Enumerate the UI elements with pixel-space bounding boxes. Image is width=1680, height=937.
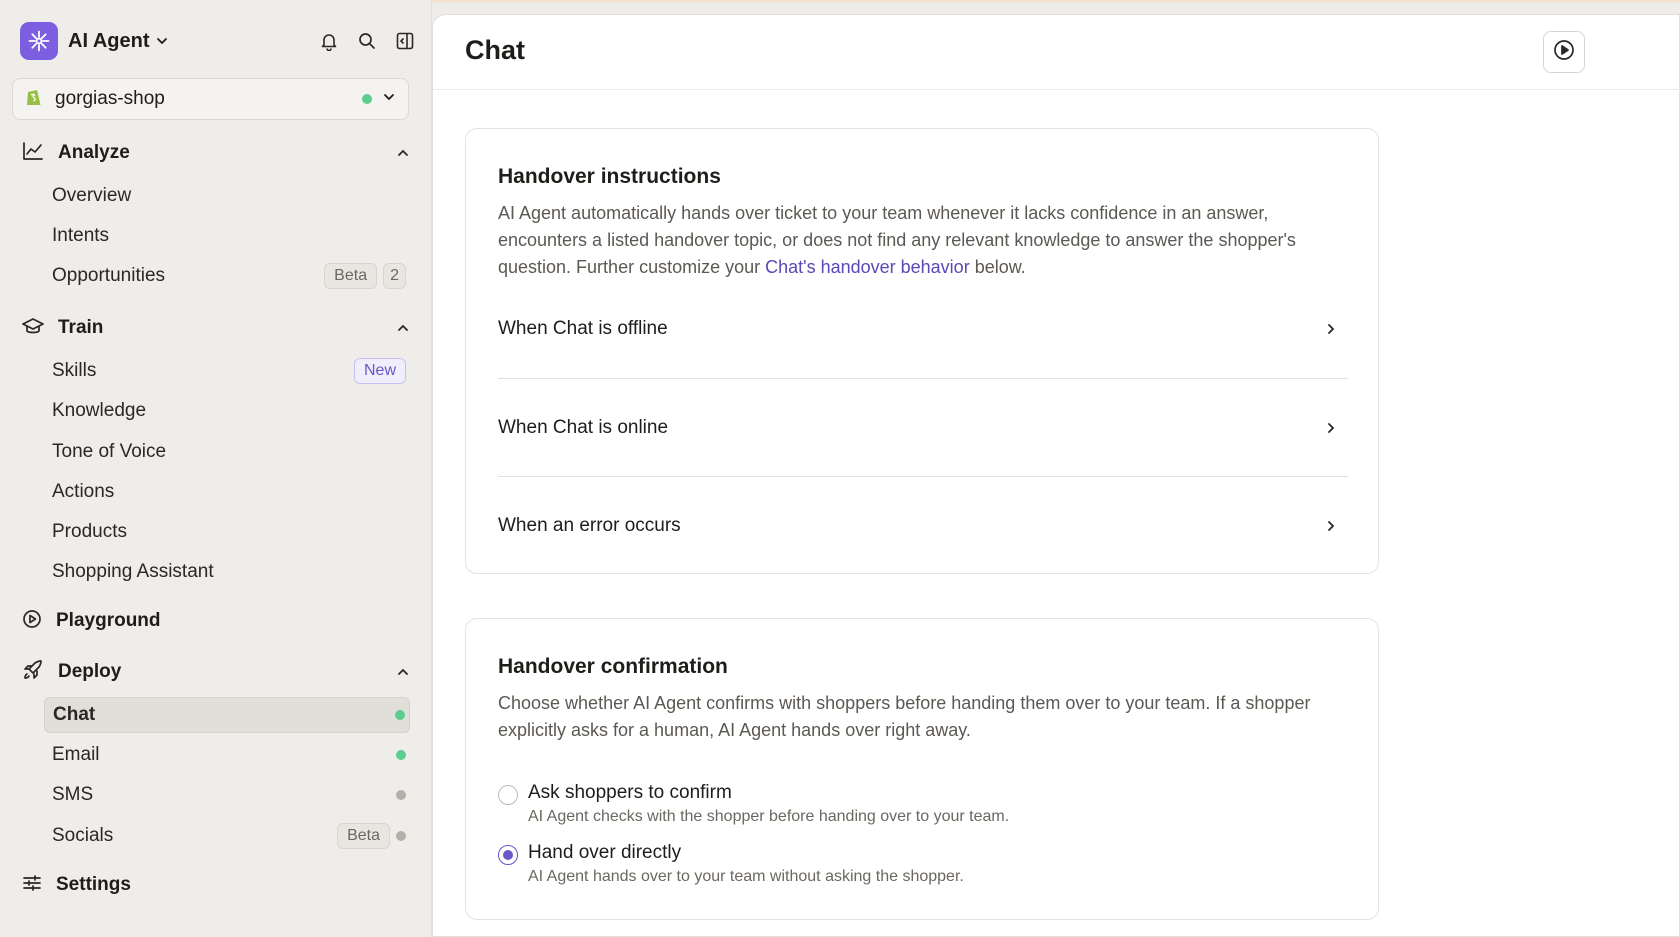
chevron-up-icon[interactable] xyxy=(396,146,410,160)
header-actions xyxy=(318,30,416,52)
sidebar-item-actions[interactable]: Actions xyxy=(44,474,410,510)
radio-hand-over-directly[interactable]: Hand over directly AI Agent hands over t… xyxy=(498,840,1348,888)
main-panel: Chat Handover instructions AI Agent auto… xyxy=(432,14,1680,937)
radio-label: Hand over directly xyxy=(528,842,682,863)
beta-badge: Beta xyxy=(324,263,378,289)
sidebar-item-label: Chat xyxy=(53,704,96,725)
nav-section-settings[interactable]: Settings xyxy=(22,868,410,902)
card-title: Handover confirmation xyxy=(498,655,728,678)
sidebar-item-opportunities[interactable]: Opportunities Beta 2 xyxy=(44,258,410,294)
accordion-label: When Chat is offline xyxy=(498,318,668,339)
chevron-right-icon xyxy=(1324,421,1338,435)
main-header: Chat xyxy=(433,15,1680,90)
sidebar-item-email[interactable]: Email xyxy=(44,737,410,773)
sidebar-item-chat[interactable]: Chat xyxy=(44,697,410,733)
sidebar-item-label: Actions xyxy=(52,481,115,502)
sidebar-item-label: Opportunities xyxy=(52,265,166,286)
search-icon[interactable] xyxy=(356,30,378,52)
sidebar-item-tone-of-voice[interactable]: Tone of Voice xyxy=(44,434,410,470)
sidebar-item-label: Overview xyxy=(52,185,132,206)
chevron-right-icon xyxy=(1324,519,1338,533)
card-title: Handover instructions xyxy=(498,165,721,188)
chevron-up-icon[interactable] xyxy=(396,665,410,679)
graduation-cap-icon xyxy=(22,316,44,341)
status-dot-inactive xyxy=(396,831,406,841)
accordion-online[interactable]: When Chat is online xyxy=(498,379,1348,477)
sidebar-item-knowledge[interactable]: Knowledge xyxy=(44,393,410,429)
store-status xyxy=(362,90,396,109)
sidebar-item-intents[interactable]: Intents xyxy=(44,218,410,254)
sidebar-item-sms[interactable]: SMS xyxy=(44,777,410,813)
radio-label: Ask shoppers to confirm xyxy=(528,782,732,803)
test-playground-button[interactable] xyxy=(1543,31,1585,73)
sidebar-item-label: Intents xyxy=(52,225,110,246)
status-dot-active xyxy=(396,750,406,760)
radio-ask-to-confirm[interactable]: Ask shoppers to confirm AI Agent checks … xyxy=(498,780,1348,828)
radio-description: AI Agent checks with the shopper before … xyxy=(528,808,1010,825)
status-dot-active xyxy=(395,710,405,720)
rocket-icon xyxy=(22,659,44,686)
nav-section-playground[interactable]: Playground xyxy=(22,604,410,638)
accordion-error[interactable]: When an error occurs xyxy=(498,477,1348,575)
play-circle-icon xyxy=(22,609,42,634)
status-dot-inactive xyxy=(396,790,406,800)
sidebar-item-overview[interactable]: Overview xyxy=(44,178,410,214)
radio-button[interactable] xyxy=(498,785,518,805)
accordion-label: When Chat is online xyxy=(498,417,669,438)
nav-section-label: Deploy xyxy=(58,661,122,682)
sidebar-item-label: Tone of Voice xyxy=(52,441,167,462)
app-logo-icon[interactable] xyxy=(20,22,58,60)
bell-icon[interactable] xyxy=(318,30,340,52)
nav-section-train[interactable]: Train xyxy=(22,311,410,345)
chevron-up-icon[interactable] xyxy=(396,321,410,335)
beta-badge: Beta xyxy=(337,823,390,849)
sliders-icon xyxy=(22,873,42,898)
sidebar-header: AI Agent xyxy=(20,22,416,60)
page-title: Chat xyxy=(465,35,525,65)
count-badge: 2 xyxy=(383,263,406,289)
store-selector[interactable]: gorgias-shop xyxy=(12,78,409,120)
description-text: below. xyxy=(969,257,1026,277)
sidebar-item-socials[interactable]: Socials Beta xyxy=(44,818,410,854)
sidebar-item-label: Shopping Assistant xyxy=(52,561,214,582)
sidebar-item-label: Email xyxy=(52,744,100,765)
play-circle-icon xyxy=(1553,39,1575,66)
sidebar-item-label: SMS xyxy=(52,784,94,805)
nav-section-deploy[interactable]: Deploy xyxy=(22,655,410,689)
store-name: gorgias-shop xyxy=(55,88,165,109)
sidebar-item-skills[interactable]: Skills New xyxy=(44,353,410,389)
sidebar-item-shopping-assistant[interactable]: Shopping Assistant xyxy=(44,554,410,590)
sidebar-item-label: Products xyxy=(52,521,127,542)
app-name[interactable]: AI Agent xyxy=(68,30,149,53)
handover-confirmation-card: Handover confirmation Choose whether AI … xyxy=(465,618,1379,920)
radio-description: AI Agent hands over to your team without… xyxy=(528,868,964,885)
collapse-sidebar-icon[interactable] xyxy=(394,30,416,52)
chevron-down-icon xyxy=(382,90,396,109)
nav-section-label: Train xyxy=(58,317,104,338)
handover-instructions-card: Handover instructions AI Agent automatic… xyxy=(465,128,1379,574)
sidebar: AI Agent gorgias-shop Analyze Overview I… xyxy=(0,0,432,937)
accordion-label: When an error occurs xyxy=(498,515,681,536)
nav-section-analyze[interactable]: Analyze xyxy=(22,136,410,170)
chevron-down-icon[interactable] xyxy=(155,34,169,48)
chevron-right-icon xyxy=(1324,322,1338,336)
shopify-icon xyxy=(25,87,43,112)
chart-line-icon xyxy=(22,141,44,166)
nav-section-label: Settings xyxy=(56,874,131,895)
sidebar-item-label: Skills xyxy=(52,360,97,381)
card-description: Choose whether AI Agent confirms with sh… xyxy=(498,693,1311,740)
accordion-offline[interactable]: When Chat is offline xyxy=(498,280,1348,378)
nav-section-label: Playground xyxy=(56,610,161,631)
new-badge: New xyxy=(353,358,406,384)
radio-button-selected[interactable] xyxy=(498,845,518,865)
sidebar-item-label: Knowledge xyxy=(52,400,147,421)
store-status-dot xyxy=(362,94,372,104)
handover-behavior-link[interactable]: Chat's handover behavior xyxy=(765,257,970,277)
card-description: AI Agent automatically hands over ticket… xyxy=(498,200,1348,281)
sidebar-item-products[interactable]: Products xyxy=(44,514,410,550)
sidebar-item-label: Socials xyxy=(52,825,114,846)
nav-section-label: Analyze xyxy=(58,142,130,163)
